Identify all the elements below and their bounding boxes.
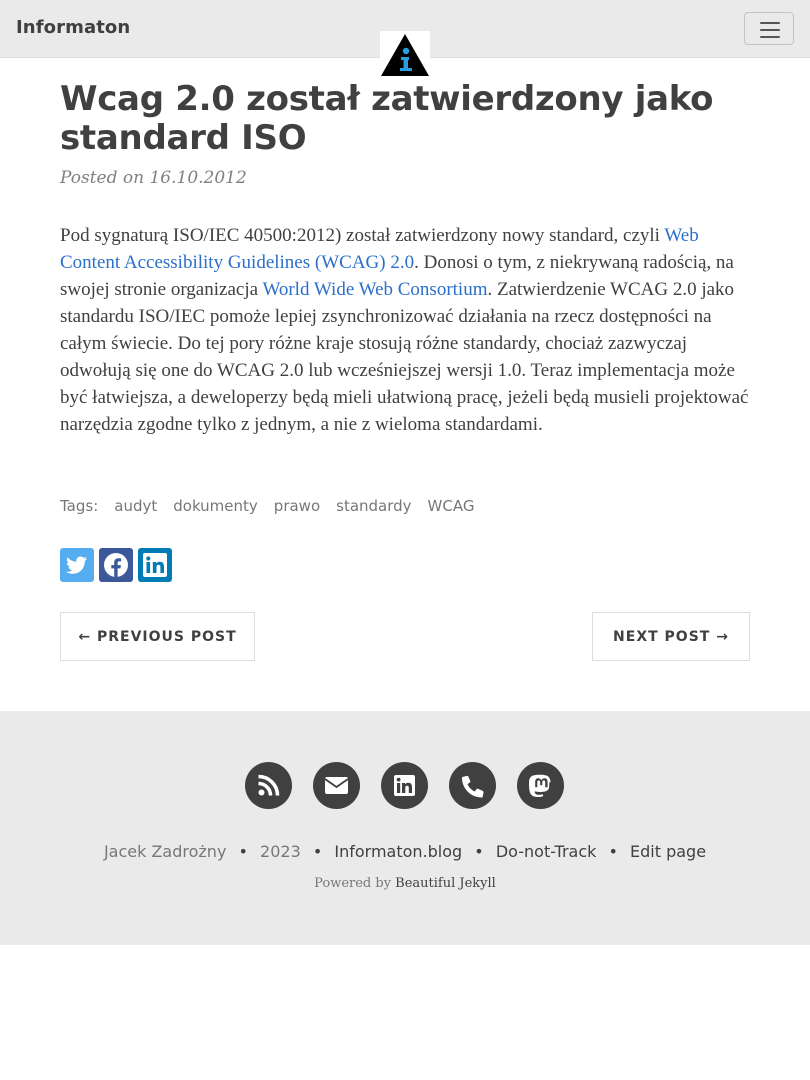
share-facebook-button[interactable] bbox=[99, 548, 133, 582]
footer-year: 2023 bbox=[260, 842, 301, 861]
tag-link[interactable]: WCAG bbox=[428, 497, 475, 515]
footer-social-links bbox=[245, 762, 564, 809]
separator: • bbox=[238, 842, 248, 861]
powered-by: Powered by Beautiful Jekyll bbox=[0, 876, 810, 891]
separator: • bbox=[312, 842, 323, 861]
separator: • bbox=[474, 842, 484, 861]
twitter-icon bbox=[66, 556, 87, 574]
post-meta: Posted on 16.10.2012 bbox=[60, 168, 247, 188]
separator: • bbox=[608, 842, 618, 861]
menu-toggle-button[interactable] bbox=[744, 12, 794, 45]
tag-link[interactable]: standardy bbox=[336, 497, 411, 515]
phone-link[interactable] bbox=[449, 762, 496, 809]
linkedin-icon bbox=[143, 553, 167, 577]
rss-link[interactable] bbox=[245, 762, 292, 809]
share-buttons bbox=[60, 548, 172, 582]
footer-copyright: Jacek Zadrożny • 2023 • Informaton.blog … bbox=[0, 842, 810, 861]
rss-icon bbox=[258, 774, 280, 796]
tag-link[interactable]: audyt bbox=[114, 497, 157, 515]
phone-icon bbox=[462, 775, 484, 798]
envelope-icon bbox=[324, 777, 349, 794]
mastodon-link[interactable] bbox=[517, 762, 564, 809]
email-link[interactable] bbox=[313, 762, 360, 809]
previous-post-button[interactable]: ← PREVIOUS POST bbox=[60, 612, 255, 661]
share-linkedin-button[interactable] bbox=[138, 548, 172, 582]
share-twitter-button[interactable] bbox=[60, 548, 94, 582]
tag-link[interactable]: dokumenty bbox=[173, 497, 258, 515]
info-triangle-logo-icon bbox=[381, 34, 429, 76]
footer-author: Jacek Zadrożny bbox=[103, 842, 227, 861]
w3c-link[interactable]: World Wide Web Consortium bbox=[262, 279, 487, 300]
mastodon-icon bbox=[529, 774, 551, 798]
tag-link[interactable]: prawo bbox=[274, 497, 320, 515]
beautiful-jekyll-link[interactable]: Beautiful Jekyll bbox=[395, 876, 496, 891]
site-logo[interactable] bbox=[380, 31, 430, 77]
linkedin-link[interactable] bbox=[381, 762, 428, 809]
footer-dnt-link[interactable]: Do-not-Track bbox=[496, 842, 597, 861]
post-text: Pod sygnaturą ISO/IEC 40500:2012) został… bbox=[60, 225, 665, 246]
site-brand-link[interactable]: Informaton bbox=[16, 17, 130, 38]
facebook-icon bbox=[104, 553, 128, 577]
post-text: . Zatwierdzenie WCAG 2.0 jako standardu … bbox=[60, 279, 749, 435]
linkedin-icon bbox=[394, 775, 415, 796]
footer-edit-link[interactable]: Edit page bbox=[630, 842, 706, 861]
post-tags: Tags: audyt dokumenty prawo standardy WC… bbox=[60, 497, 474, 515]
post-body: Pod sygnaturą ISO/IEC 40500:2012) został… bbox=[60, 222, 752, 438]
footer: Jacek Zadrożny • 2023 • Informaton.blog … bbox=[0, 711, 810, 945]
post-title: Wcag 2.0 został zatwierdzony jako standa… bbox=[60, 79, 714, 158]
powered-prefix: Powered by bbox=[314, 876, 396, 891]
next-post-button[interactable]: NEXT POST → bbox=[592, 612, 750, 661]
hamburger-menu-icon bbox=[760, 22, 780, 24]
footer-site-link[interactable]: Informaton.blog bbox=[334, 842, 462, 861]
tags-label: Tags: bbox=[60, 497, 99, 515]
